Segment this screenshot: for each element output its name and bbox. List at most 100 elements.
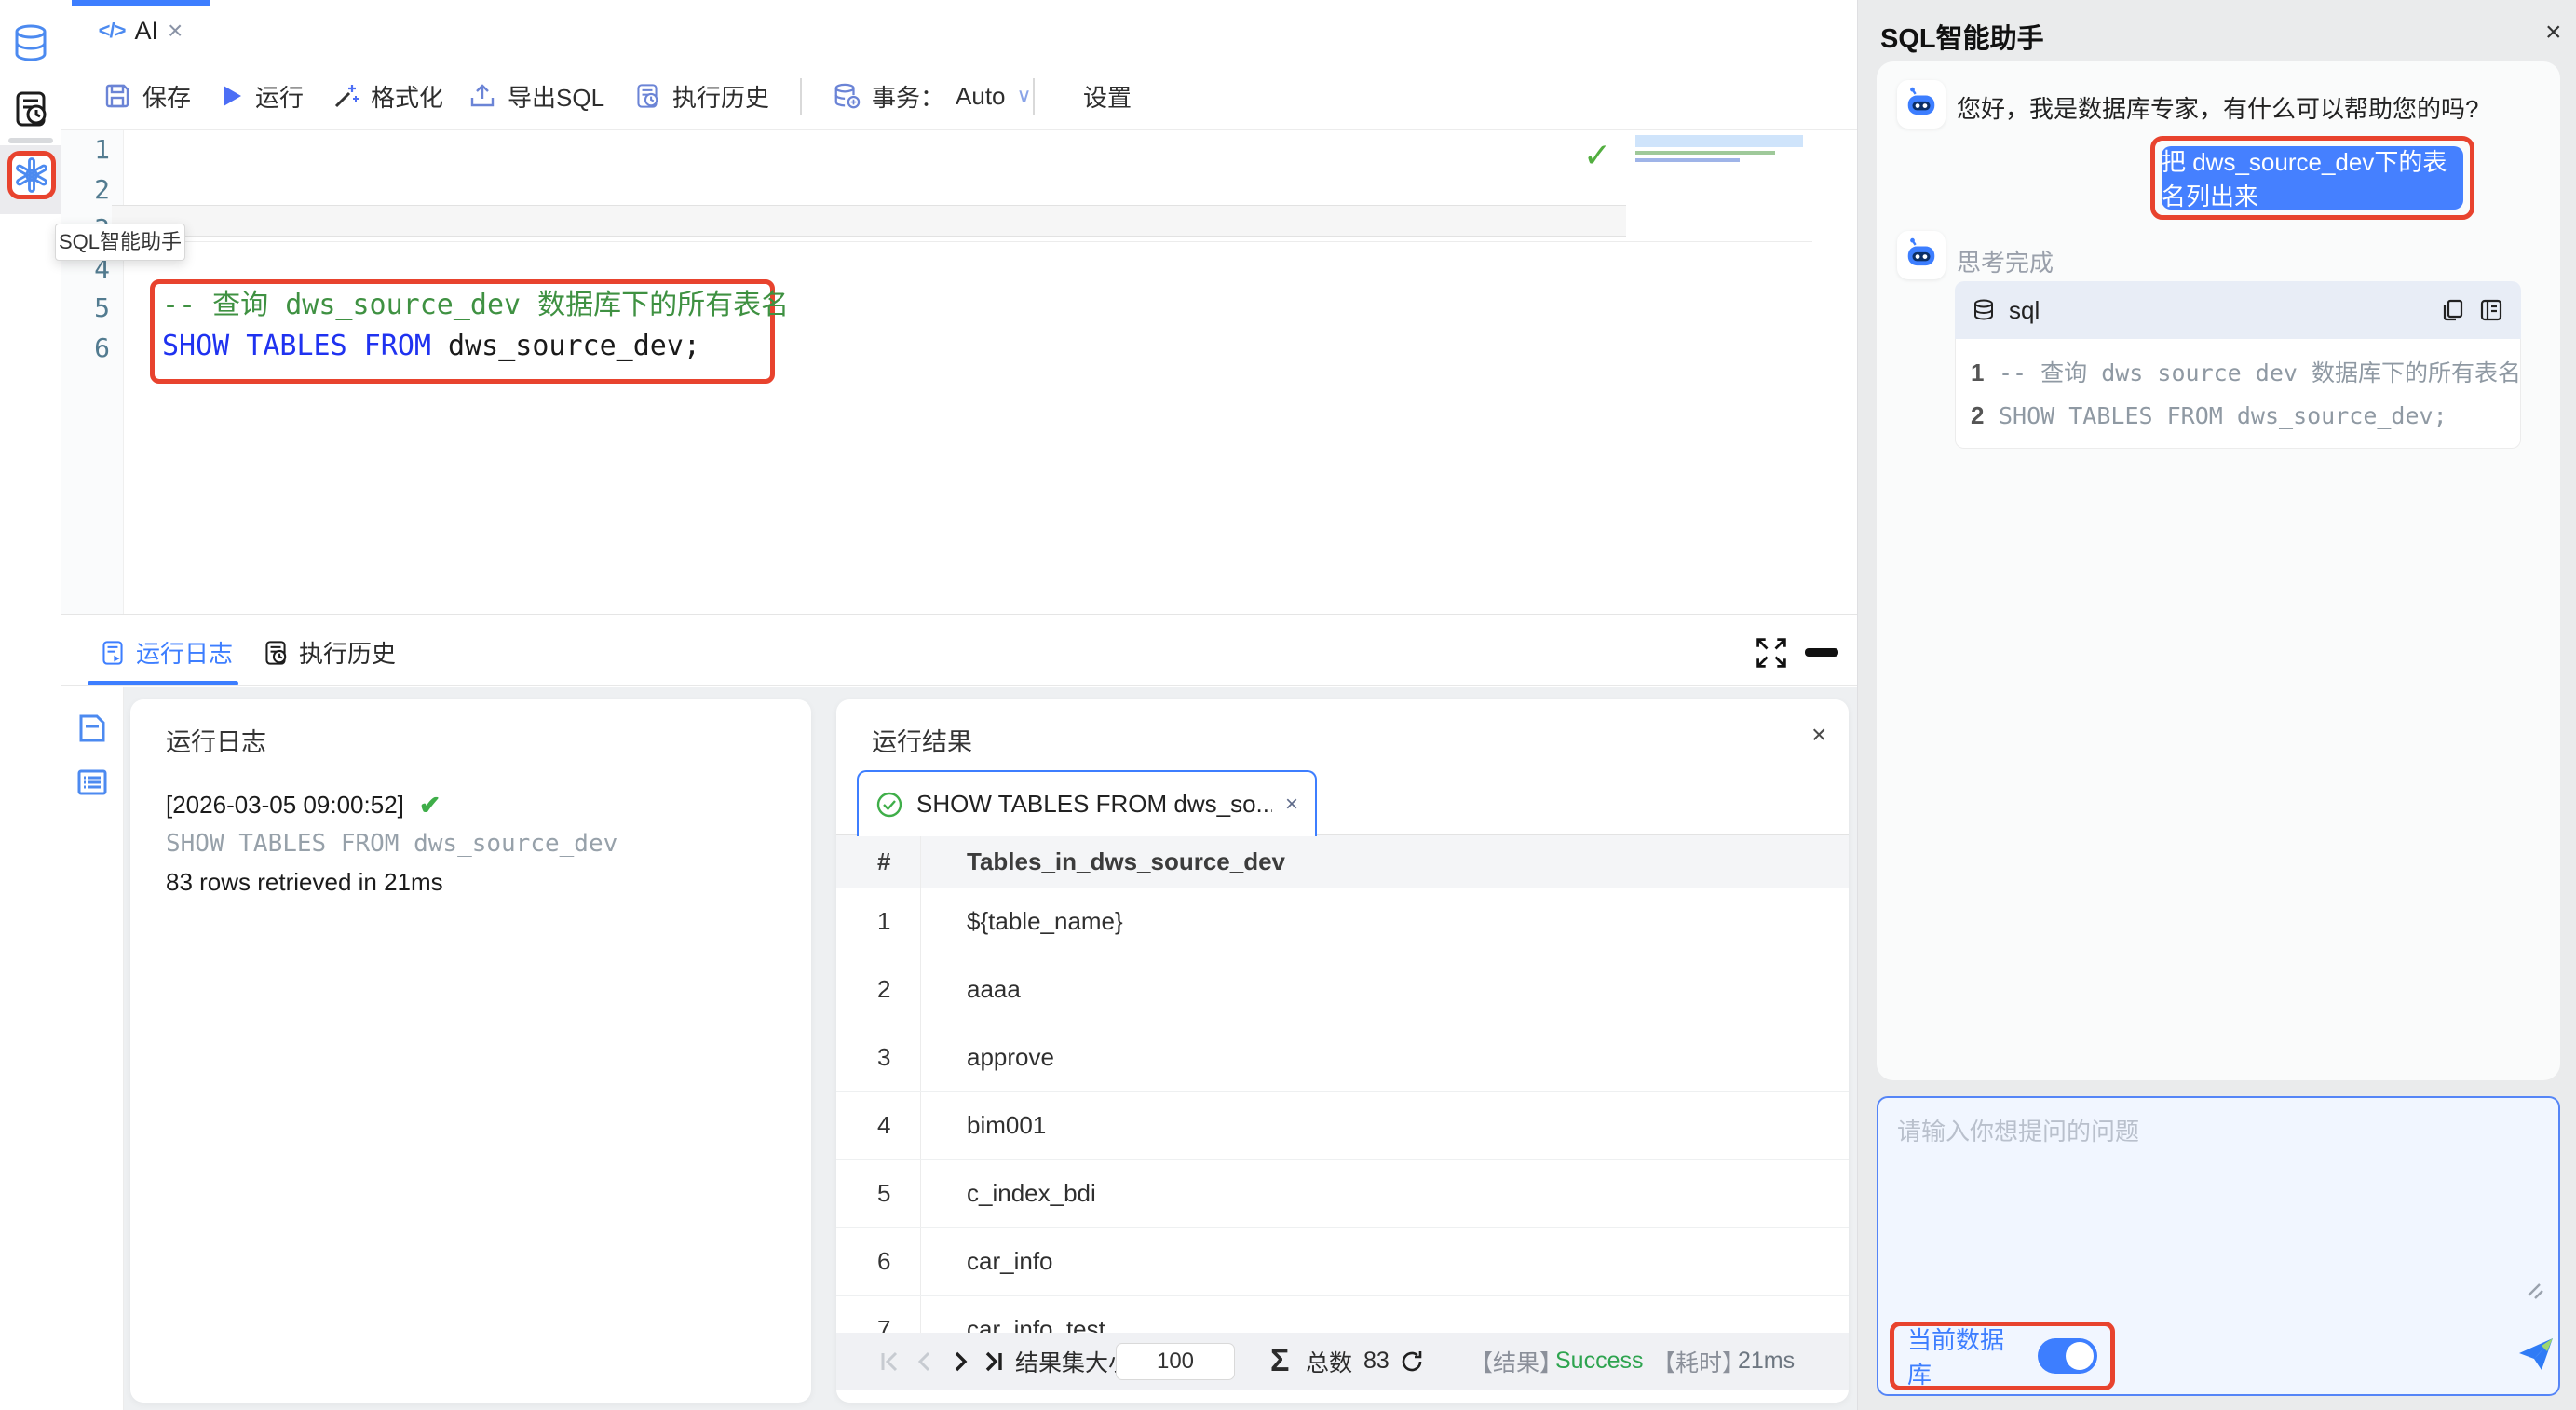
- table-row[interactable]: 2 aaaa: [836, 956, 1849, 1024]
- run-result-card: 运行结果 × SHOW TABLES FROM dws_so... × # T: [836, 699, 1849, 1403]
- insert-to-editor-icon[interactable]: [2478, 297, 2504, 323]
- row-index: 3: [877, 1043, 890, 1072]
- result-status: Success: [1555, 1333, 1643, 1390]
- line-number: 2: [73, 170, 110, 210]
- line-number: 1: [73, 130, 110, 169]
- result-tab[interactable]: SHOW TABLES FROM dws_so... ×: [857, 770, 1317, 836]
- next-page-icon[interactable]: [948, 1333, 972, 1390]
- column-header-tables: Tables_in_dws_source_dev: [967, 847, 1285, 876]
- tab-ai[interactable]: </> AI ×: [72, 0, 210, 61]
- row-value: approve: [967, 1043, 1054, 1072]
- save-label: 保存: [142, 79, 191, 114]
- table-row[interactable]: 5 c_index_bdi: [836, 1160, 1849, 1228]
- result-table-header: # Tables_in_dws_source_dev: [836, 835, 1849, 888]
- log-timestamp: [2026-03-05 09:00:52]: [166, 791, 404, 820]
- transaction-value: Auto: [956, 82, 1006, 111]
- sql-editor[interactable]: 1 2 3 4 5 6 -- 查询 dws_source_dev 数据库下的所有…: [61, 130, 1857, 615]
- log-timestamp-row: [2026-03-05 09:00:52] ✔: [166, 790, 441, 820]
- save-button[interactable]: 保存: [103, 61, 191, 130]
- format-button[interactable]: 格式化: [332, 61, 443, 130]
- row-value: c_index_bdi: [967, 1179, 1096, 1208]
- row-value: ${table_name}: [967, 907, 1123, 936]
- assistant-greeting: 您好，我是数据库专家，有什么可以帮助您的吗?: [1957, 91, 2543, 127]
- run-log-tab-label: 运行日志: [136, 635, 233, 670]
- current-db-toggle[interactable]: [2038, 1338, 2097, 1374]
- row-index: 1: [877, 907, 890, 936]
- assistant-close-icon[interactable]: ×: [2545, 17, 2562, 48]
- doc-page-icon[interactable]: [75, 712, 109, 745]
- exec-history-tab-label: 执行历史: [299, 635, 396, 670]
- toolbar-divider: [1033, 78, 1035, 115]
- sidebar-item-exec-history[interactable]: [0, 78, 61, 140]
- tab-active-indicator: [72, 0, 210, 6]
- assistant-input-card: 当前数据库: [1877, 1096, 2560, 1396]
- assistant-title: SQL智能助手: [1880, 17, 2044, 56]
- elapsed-label: 【耗时】: [1652, 1333, 1745, 1390]
- sql-code-block-body: 1-- 查询 dws_source_dev 数据库下的所有表名 2SHOW TA…: [1955, 339, 2521, 449]
- statement-valid-check-icon: ✓: [1583, 136, 1611, 175]
- sql-code-block: sql 1-- 查询 dws_sourc: [1955, 281, 2521, 449]
- elapsed-value: 21ms: [1738, 1333, 1795, 1390]
- tab-close-icon[interactable]: ×: [168, 16, 183, 46]
- line-number: 6: [73, 329, 110, 368]
- settings-button[interactable]: 设置: [1083, 61, 1132, 130]
- table-row[interactable]: 6 car_info: [836, 1228, 1849, 1296]
- table-row[interactable]: 3 approve: [836, 1024, 1849, 1092]
- minimize-panel-icon[interactable]: [1805, 648, 1838, 657]
- sidebar-item-database[interactable]: [0, 13, 61, 75]
- thinking-complete-status: 思考完成: [1957, 244, 2054, 278]
- tab-run-log[interactable]: 运行日志: [99, 617, 233, 687]
- code-tab-icon: </>: [99, 19, 126, 43]
- editor-minimap[interactable]: [1635, 135, 1803, 162]
- row-index: 6: [877, 1247, 890, 1276]
- run-log-title: 运行日志: [166, 722, 266, 758]
- current-db-label: 当前数据库: [1907, 1322, 2025, 1390]
- list-view-icon[interactable]: [75, 766, 109, 799]
- row-index: 7: [877, 1315, 890, 1333]
- editor-statement-band: [112, 205, 1626, 237]
- question-input[interactable]: [1897, 1113, 2540, 1299]
- exec-history-icon: [633, 82, 661, 110]
- sql-code-block-header: sql: [1955, 281, 2521, 339]
- refresh-icon[interactable]: [1399, 1333, 1425, 1390]
- send-button[interactable]: [2514, 1331, 2558, 1376]
- minimap-selection: [1635, 135, 1803, 147]
- toggle-knob: [2066, 1342, 2094, 1370]
- result-tab-close-icon[interactable]: ×: [1285, 792, 1298, 818]
- exec-history-button[interactable]: 执行历史: [633, 61, 769, 130]
- result-tabstrip: SHOW TABLES FROM dws_so... ×: [836, 768, 1849, 835]
- table-row[interactable]: 4 bim001: [836, 1092, 1849, 1160]
- database-icon: [9, 22, 52, 65]
- prev-page-icon[interactable]: [913, 1333, 937, 1390]
- user-message-bubble: 把 dws_source_dev下的表名列出来: [2162, 146, 2463, 210]
- code-line-number: 2: [1971, 397, 1999, 434]
- copy-icon[interactable]: [2439, 297, 2465, 323]
- log-sql-text: SHOW TABLES FROM dws_source_dev: [166, 830, 617, 858]
- run-result-title: 运行结果: [872, 722, 972, 758]
- ai-assistant-icon: [13, 156, 50, 194]
- settings-label: 设置: [1083, 79, 1132, 114]
- sql-assistant-panel: SQL智能助手 × 您好，我是数据库专家，有什么可以帮助您的吗? 把 dws_s…: [1857, 0, 2576, 1410]
- first-page-icon[interactable]: [877, 1333, 902, 1390]
- run-button[interactable]: 运行: [218, 61, 304, 130]
- table-row[interactable]: 7 car_info_test: [836, 1296, 1849, 1333]
- code-line: 2SHOW TABLES FROM dws_source_dev;: [1971, 397, 2447, 434]
- editor-tabbar: </> AI ×: [61, 0, 1857, 61]
- export-sql-button[interactable]: 导出SQL: [468, 61, 604, 130]
- table-row[interactable]: 1 ${table_name}: [836, 888, 1849, 956]
- code-line-text: -- 查询 dws_source_dev 数据库下的所有表名: [1999, 359, 2521, 386]
- expand-panel-icon[interactable]: [1755, 636, 1788, 670]
- resize-handle-icon[interactable]: [2525, 1281, 2545, 1301]
- transaction-dropdown[interactable]: 事务： Auto ∨: [833, 61, 1032, 130]
- tab-exec-history-bottom[interactable]: 执行历史: [262, 617, 396, 687]
- transaction-label: 事务：: [872, 79, 944, 114]
- close-icon[interactable]: ×: [1811, 720, 1826, 750]
- database-icon: [1972, 298, 1996, 322]
- sidebar-item-ai-assistant[interactable]: [7, 151, 56, 199]
- row-value: car_info_test: [967, 1315, 1105, 1333]
- sql-keywords: SHOW TABLES FROM: [162, 330, 448, 362]
- last-page-icon[interactable]: [982, 1333, 1006, 1390]
- page-size-input[interactable]: [1116, 1343, 1235, 1380]
- tab-ai-label: AI: [134, 17, 158, 46]
- history-icon: [10, 88, 51, 129]
